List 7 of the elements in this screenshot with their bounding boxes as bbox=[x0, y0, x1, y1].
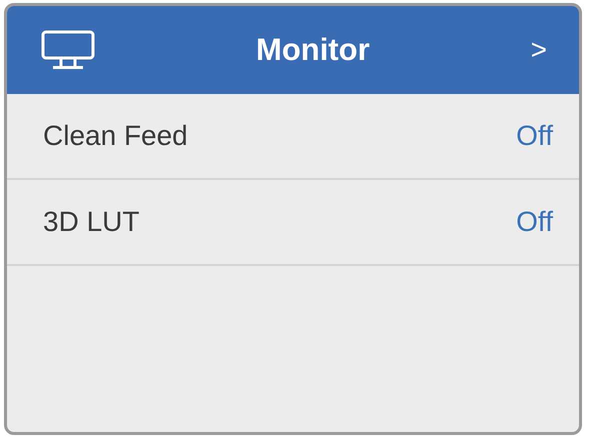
setting-value[interactable]: Off bbox=[516, 120, 553, 152]
next-button[interactable]: > bbox=[530, 34, 547, 66]
setting-value[interactable]: Off bbox=[516, 206, 553, 238]
setting-label: Clean Feed bbox=[43, 120, 188, 152]
header-title: Monitor bbox=[255, 32, 371, 68]
monitor-icon bbox=[41, 30, 95, 70]
setting-label: 3D LUT bbox=[43, 206, 140, 238]
